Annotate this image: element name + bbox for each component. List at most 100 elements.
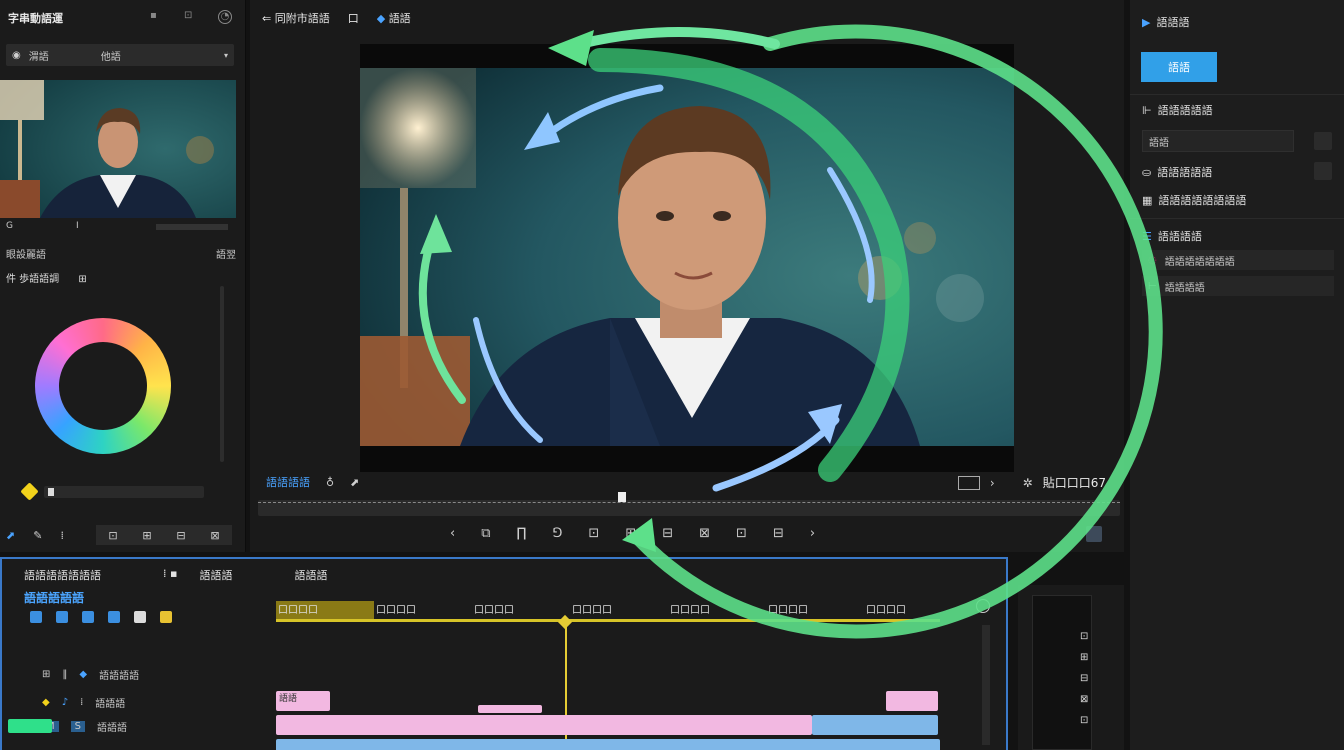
play-icon: ▶ bbox=[1142, 15, 1151, 29]
snap-icon[interactable] bbox=[30, 611, 42, 623]
clip[interactable] bbox=[478, 705, 542, 713]
resolution-icon[interactable]: ♁ bbox=[326, 476, 334, 489]
tool-d-icon[interactable]: ⊠ bbox=[210, 529, 219, 542]
list-item[interactable]: ⊢ 語語語語 bbox=[1142, 276, 1334, 296]
track-toggle[interactable]: ‖ bbox=[62, 669, 67, 680]
clip[interactable] bbox=[886, 691, 938, 711]
divider bbox=[1130, 94, 1344, 95]
audio-icon[interactable]: ♪ bbox=[62, 697, 68, 708]
panel-option-icon[interactable]: ⊡ bbox=[184, 10, 192, 21]
list-icon: ☰ bbox=[1142, 229, 1152, 243]
settings-gear-icon[interactable]: ✲ bbox=[1023, 476, 1033, 490]
meter-icon[interactable]: ⊡ bbox=[1080, 631, 1088, 642]
play-icon[interactable]: ⊞ bbox=[625, 526, 636, 541]
option-row-b[interactable]: ▦ 語語語語語語語語 bbox=[1142, 192, 1246, 208]
track-a2-label: 語語語 bbox=[97, 723, 127, 734]
pen-tool-icon[interactable]: ✎ bbox=[33, 529, 42, 542]
meter-icon[interactable]: ⊡ bbox=[1080, 715, 1088, 726]
next-icon[interactable]: › bbox=[810, 526, 815, 541]
meter-icon[interactable]: ⊠ bbox=[1080, 694, 1088, 705]
timeline-tab-2[interactable]: 語語語 bbox=[294, 567, 327, 583]
row-a-toggle[interactable] bbox=[1314, 162, 1332, 180]
panel-title: 字串動語運 bbox=[8, 12, 63, 25]
expand-icon[interactable] bbox=[1086, 526, 1102, 542]
timeline-timecode[interactable]: 語語語語語 bbox=[24, 589, 84, 606]
grid-icon[interactable]: ⊞ bbox=[78, 274, 86, 285]
intensity-slider[interactable] bbox=[44, 486, 204, 498]
step-back-icon[interactable]: ⊡ bbox=[588, 526, 599, 541]
slider-knob[interactable] bbox=[48, 488, 54, 496]
luma-slider[interactable] bbox=[220, 286, 224, 462]
captions-icon[interactable] bbox=[134, 611, 146, 623]
timeline-menu-icon[interactable]: ⁞ ▪ bbox=[163, 567, 177, 583]
ruler-label: 口口口口 bbox=[866, 605, 906, 616]
panel-menu-icon[interactable]: ▪ bbox=[150, 10, 157, 21]
color-wheel[interactable] bbox=[35, 318, 171, 454]
properties-panel: ▶ 語語語 語語 ⊩ 語語語語語 語語 ⛀ 語語語語語 ▦ 語語語語語語語語 ☰… bbox=[1130, 0, 1344, 750]
wheel-section-label: 件 歩語語調 bbox=[6, 274, 60, 285]
ruler-label: 口口口口 bbox=[670, 605, 710, 616]
lock-icon[interactable] bbox=[160, 611, 172, 623]
tool-a-icon[interactable]: ⊡ bbox=[108, 529, 117, 542]
clip[interactable]: 語語 bbox=[276, 691, 330, 711]
video-preview[interactable] bbox=[360, 68, 1014, 446]
keyframe-icon[interactable]: ◆ bbox=[42, 697, 50, 708]
solo-icon[interactable]: S bbox=[70, 721, 85, 732]
monitor-scrub-bar[interactable] bbox=[258, 492, 1120, 516]
clip[interactable] bbox=[812, 715, 938, 735]
prev-icon[interactable]: ‹ bbox=[450, 526, 455, 541]
tool-c-icon[interactable]: ⊟ bbox=[176, 529, 185, 542]
settings-icon[interactable] bbox=[108, 611, 120, 623]
track-target-icon[interactable]: ◆ bbox=[79, 669, 87, 680]
thumb-scrub-bar[interactable]: G I bbox=[6, 221, 232, 232]
calendar-icon: ▦ bbox=[1142, 193, 1153, 207]
source-select[interactable]: ◉ 渭語 他語 ▾ bbox=[6, 44, 234, 66]
clip[interactable] bbox=[276, 739, 940, 750]
track-toggle[interactable]: ⁞ bbox=[80, 697, 83, 708]
meter-icon[interactable]: ⊞ bbox=[1080, 652, 1088, 663]
timeline-scrollbar[interactable] bbox=[982, 625, 990, 745]
option-row-a[interactable]: ⛀ 語語語語語 bbox=[1142, 164, 1212, 180]
step-forward-icon[interactable]: ⊟ bbox=[662, 526, 673, 541]
clip[interactable] bbox=[276, 715, 812, 735]
in-out-range bbox=[276, 619, 940, 622]
overwrite-icon[interactable]: ⊟ bbox=[773, 526, 784, 541]
lock-icon[interactable] bbox=[1314, 132, 1332, 150]
keyframe-icon[interactable] bbox=[20, 482, 39, 501]
go-out-icon[interactable]: ⊠ bbox=[699, 526, 710, 541]
track-color-tag[interactable] bbox=[8, 719, 52, 733]
settings-icon[interactable]: ◔ bbox=[218, 10, 232, 24]
meter-icon[interactable]: ⊟ bbox=[1080, 673, 1088, 684]
list-item-1-label: 語語語語語語語 bbox=[1164, 256, 1235, 268]
track-v1-label: 語語語語 bbox=[99, 671, 140, 682]
clip-thumbnail[interactable] bbox=[0, 80, 236, 218]
monitor-tab-1[interactable]: 口 bbox=[348, 10, 359, 26]
tool-b-icon[interactable]: ⊞ bbox=[142, 529, 151, 542]
insert-icon[interactable]: ⊡ bbox=[736, 526, 747, 541]
safe-margin-icon[interactable] bbox=[957, 475, 980, 490]
video-frame[interactable] bbox=[360, 44, 1014, 472]
list-item[interactable]: ◌ 語語語語語語語 bbox=[1142, 250, 1334, 270]
divider bbox=[1130, 218, 1344, 219]
fit-label[interactable]: 語語語語 bbox=[266, 474, 310, 490]
source-select-right: 他語 bbox=[100, 51, 121, 63]
timeline-tab-1[interactable]: 語語語 bbox=[199, 567, 232, 583]
link-icon[interactable] bbox=[56, 611, 68, 623]
mark-in-icon[interactable]: ⧉ bbox=[481, 526, 490, 541]
monitor-right-tools: › ✲ 貼口口口67 bbox=[957, 474, 1106, 491]
mark-out-icon[interactable]: ∏ bbox=[517, 526, 527, 541]
next-arrow-icon[interactable]: › bbox=[990, 476, 995, 490]
track-a1-label: 語語語 bbox=[95, 699, 126, 710]
go-in-icon[interactable]: ⅁ bbox=[552, 526, 562, 541]
monitor-tab-2[interactable]: ◆ 語語 bbox=[377, 10, 411, 26]
time-ruler[interactable]: 口口口口 口口口口 口口口口 口口口口 口口口口 口口口口 口口口口 bbox=[276, 599, 940, 625]
primary-button[interactable]: 語語 bbox=[1141, 52, 1217, 82]
arrow-tool-icon[interactable]: ⬈ bbox=[6, 529, 15, 542]
zoom-icon[interactable] bbox=[976, 599, 990, 613]
marker-icon[interactable]: ⬈ bbox=[350, 476, 359, 489]
transport-controls: ‹ ⧉ ∏ ⅁ ⊡ ⊞ ⊟ ⊠ ⊡ ⊟ › bbox=[450, 526, 815, 541]
eye-icon[interactable]: ⊞ bbox=[42, 669, 50, 680]
name-field[interactable]: 語語 bbox=[1142, 130, 1294, 152]
scrub-playhead[interactable] bbox=[618, 492, 626, 502]
marker-icon[interactable] bbox=[82, 611, 94, 623]
